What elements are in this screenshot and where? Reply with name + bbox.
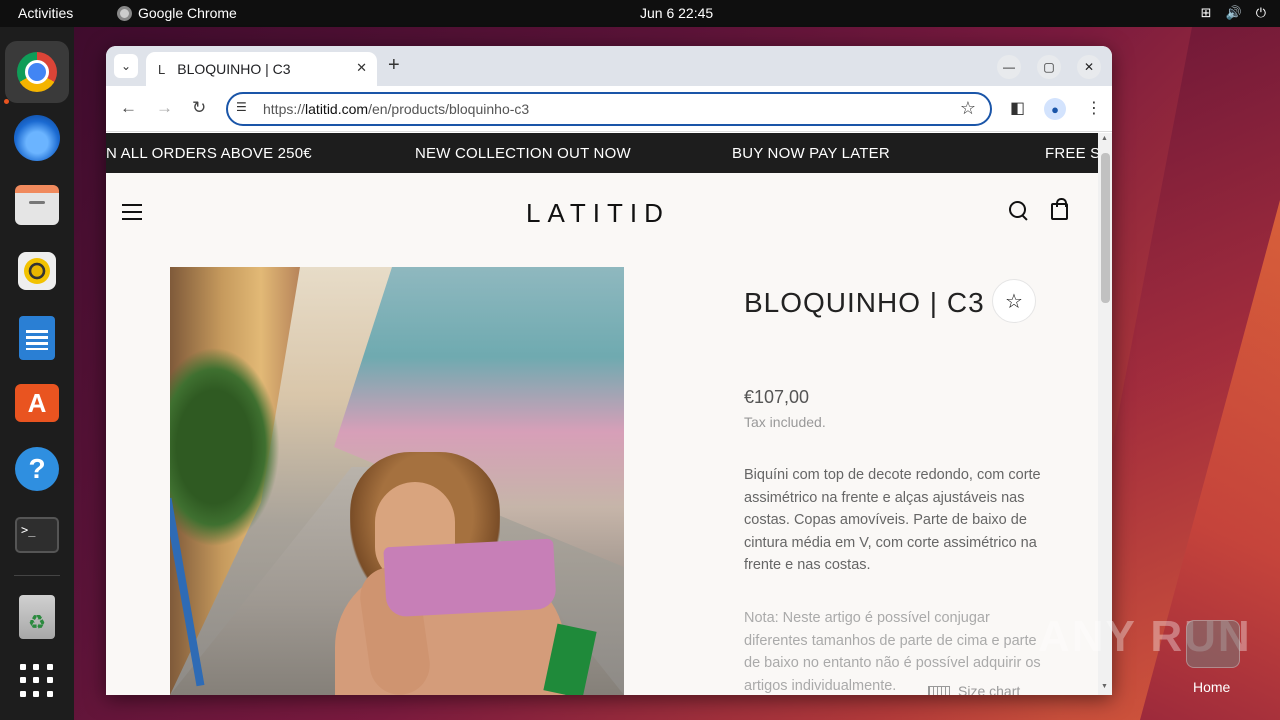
terminal-icon: >_ [15,517,59,553]
browser-toolbar: ← → ↻ ☰ https://latitid.com/en/products/… [106,86,1112,132]
favicon: L [158,61,166,77]
site-info-icon[interactable]: ☰ [236,100,254,118]
home-label[interactable]: Home [1193,679,1230,695]
dock-rhythmbox[interactable] [14,248,60,294]
chrome-icon [17,52,57,92]
writer-icon [19,316,55,360]
menu-kebab-icon[interactable]: ⋮ [1086,98,1102,118]
dock-show-apps[interactable] [14,658,60,704]
page-scrollbar[interactable]: ▲ ▼ [1098,133,1112,695]
volume-icon: 🔊 [1225,5,1242,20]
rhythmbox-icon [18,252,56,290]
app-name: Google Chrome [138,5,237,21]
tax-note: Tax included. [744,414,826,430]
tab-bar: ⌄ L BLOQUINHO | C3 ✕ + — ▢ ✕ [106,46,1112,86]
dock: A ? >_ ♻ [0,27,74,720]
product-note: Nota: Neste artigo é possível conjugar d… [744,610,1041,694]
profile-avatar-icon[interactable]: ● [1044,98,1066,120]
dock-writer[interactable] [14,315,60,361]
dock-files[interactable] [14,182,60,228]
dock-separator [14,575,60,576]
ruler-icon [928,686,950,695]
running-indicator [4,99,9,104]
product-description: Biquíni com top de decote redondo, com c… [744,467,1041,573]
dock-chrome[interactable] [5,41,69,103]
site-header: LATITID [106,173,1098,253]
address-bar[interactable]: ☰ https://latitid.com/en/products/bloqui… [226,92,992,126]
chevron-down-icon: ⌄ [120,59,132,73]
site-logo[interactable]: LATITID [526,198,670,229]
shopping-bag-icon[interactable] [1051,198,1068,220]
wishlist-button[interactable]: ☆ [992,279,1036,323]
dock-help[interactable]: ? [14,446,60,492]
trash-icon: ♻ [19,595,55,639]
announcement-item: NEW COLLECTION OUT NOW [415,145,631,162]
browser-window: ⌄ L BLOQUINHO | C3 ✕ + — ▢ ✕ ← → ↻ ☰ htt… [106,46,1112,695]
tab-title: BLOQUINHO | C3 [177,61,291,77]
activities-button[interactable]: Activities [18,5,73,21]
announcement-bar: N ALL ORDERS ABOVE 250€ NEW COLLECTION O… [106,133,1098,173]
power-icon: ⏻ [1255,5,1266,20]
clock[interactable]: Jun 6 22:45 [640,5,713,21]
dock-trash[interactable]: ♻ [14,594,60,640]
dock-app-center[interactable]: A [14,380,60,426]
network-icon: ⊞ [1200,5,1212,20]
home-folder-icon[interactable] [1186,620,1240,668]
app-center-icon: A [15,384,59,422]
forward-button[interactable]: → [156,98,173,118]
system-tray[interactable]: ⊞ 🔊 ⏻ [1201,5,1266,21]
maximize-button[interactable]: ▢ [1037,55,1061,79]
files-icon [15,185,59,225]
close-tab-icon[interactable]: ✕ [356,60,367,76]
web-page: N ALL ORDERS ABOVE 250€ NEW COLLECTION O… [106,133,1098,695]
announcement-item: FREE SH [1045,145,1098,162]
scroll-thumb[interactable] [1101,153,1110,303]
product-price: €107,00 [744,387,810,407]
top-bar: Activities Google Chrome Jun 6 22:45 ⊞ 🔊… [0,0,1280,27]
product-title: BLOQUINHO | C3 [744,287,985,318]
announcement-item: N ALL ORDERS ABOVE 250€ [106,145,312,162]
announcement-item: BUY NOW PAY LATER [732,145,890,162]
minimize-button[interactable]: — [997,55,1021,79]
menu-hamburger-icon[interactable] [122,204,142,220]
product-image[interactable] [170,267,624,695]
app-menu[interactable]: Google Chrome [117,5,237,21]
tab-search-button[interactable]: ⌄ [114,54,138,78]
star-icon: ☆ [1005,290,1023,313]
size-chart-link[interactable]: Size chart [928,683,1020,695]
dock-terminal[interactable]: >_ [14,512,60,558]
side-panel-icon[interactable]: ◧ [1010,98,1025,118]
help-icon: ? [15,447,59,491]
tab-active[interactable]: L BLOQUINHO | C3 ✕ [146,52,377,86]
search-icon[interactable] [1009,201,1029,221]
back-button[interactable]: ← [120,98,137,118]
chrome-mini-icon [117,5,132,21]
close-window-button[interactable]: ✕ [1077,55,1101,79]
size-chart-label: Size chart [958,683,1021,695]
reload-button[interactable]: ↻ [192,98,206,118]
thunderbird-icon [14,115,60,161]
new-tab-button[interactable]: + [388,54,400,77]
scroll-down-arrow-icon[interactable]: ▼ [1101,683,1108,690]
show-apps-icon [20,664,54,698]
url-text[interactable]: https://latitid.com/en/products/bloquinh… [263,101,529,117]
scroll-up-arrow-icon[interactable]: ▲ [1101,135,1108,142]
bookmark-star-icon[interactable]: ☆ [960,98,976,119]
dock-thunderbird[interactable] [14,115,60,161]
